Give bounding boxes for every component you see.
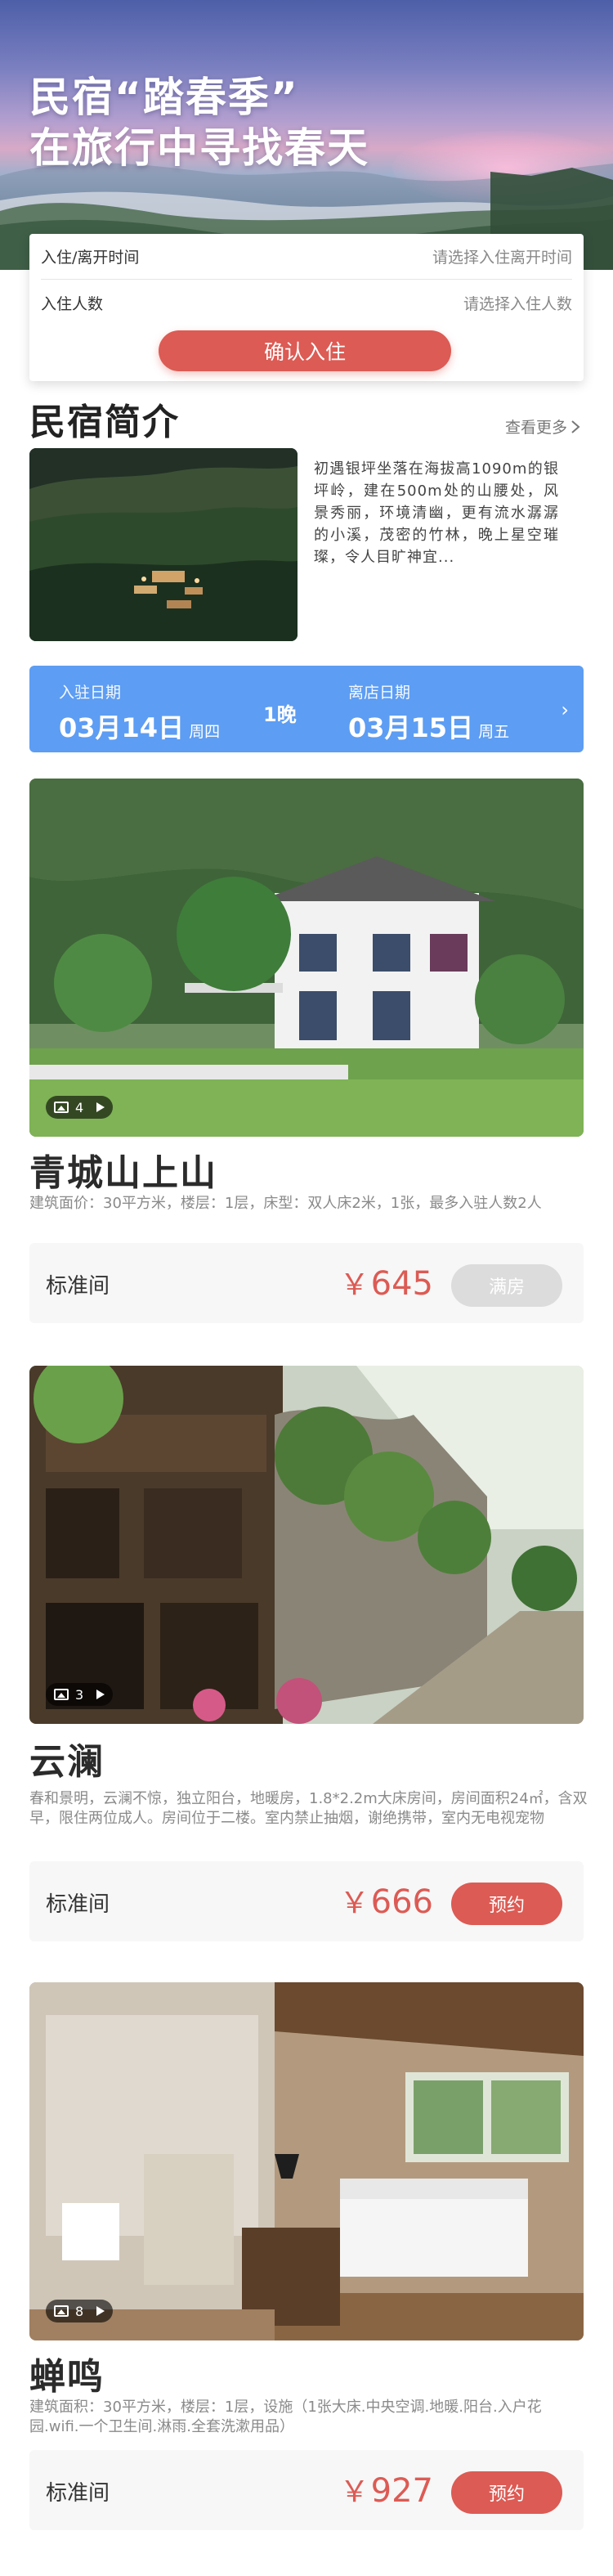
room-price: ￥927 <box>340 2468 433 2511</box>
checkout-caption: 离店日期 <box>348 684 411 702</box>
checkin-block: 入驻日期 03月14日 周四 <box>59 680 220 745</box>
intro-photo[interactable] <box>29 448 298 641</box>
checkin-date: 03月14日 <box>59 712 185 743</box>
room-type: 标准间 <box>46 1892 110 1917</box>
play-icon <box>96 2306 105 2316</box>
gallery-icon <box>54 1689 69 1700</box>
listing-description: 建筑面积：30平方米，楼层：1层，设施（1张大床.中央空调.地暖.阳台.入户花园… <box>29 2399 542 2435</box>
price-value: 645 <box>370 1265 433 1303</box>
listing-description: 春和景明，云澜不惊，独立阳台，地暖房，1.8*2.2m大床房间，房间面积24㎡，… <box>29 1790 588 1827</box>
book-button[interactable]: 预约 <box>451 2471 562 2514</box>
listing-photo-chanming[interactable]: 8 <box>29 1982 584 2340</box>
night-village-image <box>29 448 298 641</box>
page: 民宿“踏春季” 在旅行中寻找春天 入住/离开时间 请选择入住离开时间 入住人数 … <box>0 0 613 2576</box>
room-price: ￥666 <box>340 1879 433 1922</box>
photo-count-badge[interactable]: 3 <box>46 1683 114 1706</box>
photo-count: 3 <box>75 1686 84 1703</box>
photo-count: 8 <box>75 2303 84 2319</box>
intro-description: 初遇银坪坐落在海拔高1090m的银坪岭，建在500m处的山腰处，风景秀丽，环境清… <box>314 460 559 566</box>
hero-banner: 民宿“踏春季” 在旅行中寻找春天 <box>0 0 613 270</box>
chevron-right-icon[interactable]: › <box>561 698 569 721</box>
currency-symbol: ￥ <box>339 1268 369 1302</box>
guest-count-label: 入住人数 <box>41 294 104 313</box>
currency-symbol: ￥ <box>339 1887 369 1920</box>
listing-name[interactable]: 云澜 <box>29 1732 105 1784</box>
stay-dates-bar[interactable]: 入驻日期 03月14日 周四 1晚 离店日期 03月15日 周五 › <box>29 666 584 752</box>
booking-form: 入住/离开时间 请选择入住离开时间 入住人数 请选择入住人数 确认入住 <box>29 234 584 381</box>
listing-name[interactable]: 蝉鸣 <box>29 2347 105 2399</box>
gallery-icon <box>54 2305 69 2317</box>
old-street-image <box>29 1366 584 1724</box>
price-value: 666 <box>370 1883 433 1921</box>
hero-title-line2: 在旅行中寻找春天 <box>29 124 369 172</box>
play-icon <box>96 1690 105 1699</box>
play-icon <box>96 1102 105 1112</box>
room-type: 标准间 <box>46 1274 110 1299</box>
hero-title-line1: 民宿“踏春季” <box>29 74 299 121</box>
see-more-label: 查看更多 <box>504 419 567 437</box>
sold-out-button[interactable]: 满房 <box>451 1264 562 1307</box>
guest-count-placeholder[interactable]: 请选择入住人数 <box>463 292 572 314</box>
chevron-right-icon <box>571 420 580 433</box>
checkin-date-label: 入住/离开时间 <box>41 249 140 267</box>
hero-title: 民宿“踏春季” 在旅行中寻找春天 <box>29 72 369 173</box>
gallery-icon <box>54 1102 69 1113</box>
listing-photo-qingcheng[interactable]: 4 <box>29 779 584 1137</box>
checkin-date-field[interactable]: 入住/离开时间 请选择入住离开时间 <box>41 234 572 280</box>
confirm-checkin-button[interactable]: 确认入住 <box>159 330 451 371</box>
room-card: 标准间 ￥645 满房 <box>29 1243 584 1323</box>
photo-count: 4 <box>75 1099 84 1115</box>
checkout-weekday: 周五 <box>478 723 510 741</box>
listing-description: 建筑面价：30平方米，楼层：1层，床型：双人床2米，1张，最多入驻人数2人 <box>29 1195 542 1212</box>
see-more-link[interactable]: 查看更多 <box>505 415 580 438</box>
photo-count-badge[interactable]: 4 <box>46 1096 114 1119</box>
book-button[interactable]: 预约 <box>451 1883 562 1925</box>
room-price: ￥645 <box>340 1261 433 1304</box>
checkout-block: 离店日期 03月15日 周五 <box>348 680 509 745</box>
intro-section-title: 民宿简介 <box>29 402 180 443</box>
price-value: 927 <box>370 2472 433 2510</box>
currency-symbol: ￥ <box>339 2475 369 2509</box>
checkin-caption: 入驻日期 <box>59 684 122 702</box>
checkout-date: 03月15日 <box>348 712 474 743</box>
bedroom-interior-image <box>29 1982 584 2340</box>
room-card: 标准间 ￥666 预约 <box>29 1861 584 1941</box>
room-card: 标准间 ￥927 预约 <box>29 2450 584 2530</box>
guest-count-field[interactable]: 入住人数 请选择入住人数 <box>41 280 572 325</box>
photo-count-badge[interactable]: 8 <box>46 2300 114 2322</box>
white-villa-image <box>29 779 584 1137</box>
room-type: 标准间 <box>46 2481 110 2506</box>
listing-photo-yunlan[interactable]: 3 <box>29 1366 584 1724</box>
listing-name[interactable]: 青城山上山 <box>29 1143 217 1196</box>
checkin-date-placeholder[interactable]: 请选择入住离开时间 <box>432 245 572 267</box>
checkin-weekday: 周四 <box>189 723 221 741</box>
nights-count: 1晚 <box>263 703 297 726</box>
